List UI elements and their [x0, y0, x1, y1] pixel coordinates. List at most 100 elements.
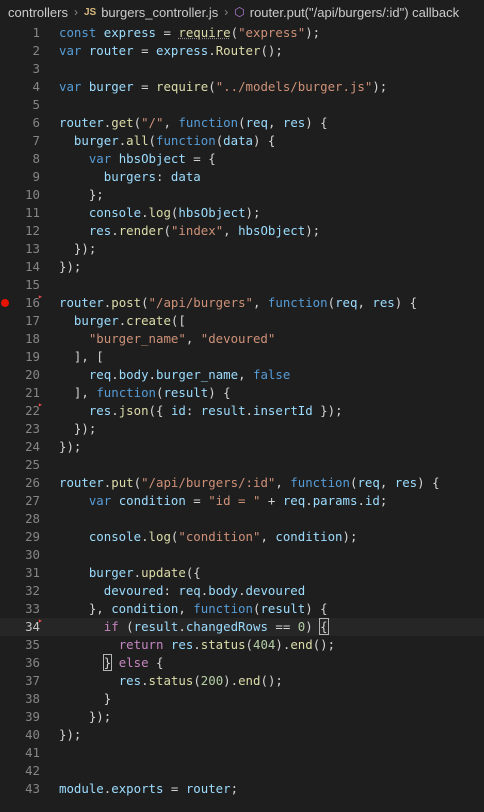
code-line[interactable]: 21 ], function(result) { — [0, 384, 484, 402]
code-token: "burger_name" — [88, 331, 186, 346]
code-text: console.log(hbsObject); — [59, 204, 261, 222]
code-line[interactable]: 22 ▸ res.json({ id: result.insertId }); — [0, 400, 484, 420]
code-text: console.log("condition", condition); — [59, 528, 358, 546]
code-line[interactable]: 43 module.exports = router; — [0, 780, 484, 798]
code-line[interactable]: 37 res.status(200).end(); — [0, 672, 484, 690]
line-number: 6 — [32, 115, 40, 130]
code-token: express — [156, 43, 209, 58]
code-token: function — [290, 475, 350, 490]
code-line[interactable]: 33 }, condition, function(result) { — [0, 600, 484, 618]
code-line[interactable]: 32 devoured: req.body.devoured — [0, 582, 484, 600]
code-line[interactable]: 27 var condition = "id = " + req.params.… — [0, 492, 484, 510]
code-line[interactable]: 31 burger.update({ — [0, 564, 484, 582]
code-token: end — [290, 637, 313, 652]
code-line[interactable]: 23 }); — [0, 420, 484, 438]
code-token: "express" — [238, 25, 306, 40]
code-line[interactable]: 12 res.render("index", hbsObject); — [0, 222, 484, 240]
code-token: req — [357, 475, 380, 490]
code-token: ( — [118, 619, 134, 634]
breadcrumb-folder[interactable]: controllers — [8, 5, 68, 20]
code-token: ( — [208, 79, 216, 94]
code-line[interactable]: 13 }); — [0, 240, 484, 258]
code-token: result — [260, 601, 306, 616]
code-line[interactable]: 25 — [0, 456, 484, 474]
code-line[interactable]: 2 var router = express.Router(); — [0, 42, 484, 60]
code-token: function — [178, 115, 239, 130]
code-line[interactable]: 38 } — [0, 690, 484, 708]
code-token: exports — [111, 781, 164, 796]
code-token: res — [372, 295, 395, 310]
code-line[interactable]: 40}); — [0, 726, 484, 744]
line-number: 36 — [25, 655, 40, 670]
code-token: res — [88, 223, 112, 238]
code-token: id — [170, 403, 186, 418]
code-line[interactable]: 4 var burger = require("../models/burger.… — [0, 78, 484, 96]
code-token: res — [170, 637, 194, 652]
code-line[interactable]: 20 req.body.burger_name, false — [0, 366, 484, 384]
code-line[interactable]: 30 — [0, 546, 484, 564]
code-token: params — [312, 493, 358, 508]
code-line[interactable]: 39 }); — [0, 708, 484, 726]
code-line[interactable]: 6 router.get("/", function(req, res) { — [0, 114, 484, 132]
code-line[interactable]: 28 — [0, 510, 484, 528]
code-token: + — [260, 493, 283, 508]
code-token: json — [118, 403, 149, 418]
breadcrumb-symbol[interactable]: router.put("/api/burgers/:id") callback — [250, 5, 459, 20]
code-token: burger_name — [156, 367, 239, 382]
code-text: }; — [59, 186, 104, 204]
code-line[interactable]: 17 burger.create([ — [0, 312, 484, 330]
code-text: res.status(200).end(); — [59, 672, 283, 690]
line-number: 42 — [25, 763, 40, 778]
code-token: ) { — [394, 295, 418, 310]
code-line[interactable]: 42 — [0, 762, 484, 780]
code-token: 404 — [253, 637, 276, 652]
code-line[interactable]: 15 — [0, 276, 484, 294]
code-token: , — [252, 295, 268, 310]
code-line[interactable]: 41 — [0, 744, 484, 762]
code-line[interactable]: 9 burgers: data — [0, 168, 484, 186]
code-editor[interactable]: 1 const express = require("express"); 2 var… — [0, 24, 484, 798]
code-line[interactable]: 26 router.put("/api/burgers/:id", functio… — [0, 474, 484, 492]
line-number: 13 — [25, 241, 40, 256]
code-token: module — [59, 781, 104, 796]
code-line[interactable]: 16 ▸ router.post("/api/burgers", function(… — [0, 292, 484, 312]
code-line[interactable]: 10 }; — [0, 186, 484, 204]
code-line[interactable]: 1 const express = require("express"); — [0, 24, 484, 42]
code-token: get — [111, 115, 134, 130]
code-line[interactable]: 19 ], [ — [0, 348, 484, 366]
code-line[interactable]: 34 ▸ if (result.changedRows == 0) { — [0, 616, 484, 636]
code-line[interactable]: 11 console.log(hbsObject); — [0, 204, 484, 222]
code-token: console — [88, 205, 142, 220]
code-line[interactable]: 7 burger.all(function(data) { — [0, 132, 484, 150]
code-token: ); — [245, 205, 261, 220]
code-token: (); — [260, 43, 283, 58]
code-line[interactable]: 8 var hbsObject = { — [0, 150, 484, 168]
code-token: router — [59, 475, 104, 490]
code-token: var — [59, 79, 89, 94]
code-line[interactable]: 5 — [0, 96, 484, 114]
line-number: 19 — [25, 349, 40, 364]
code-line[interactable]: 35 return res.status(404).end(); — [0, 636, 484, 654]
code-text: }, condition, function(result) { — [59, 600, 328, 618]
code-line[interactable]: 14}); — [0, 258, 484, 276]
code-line[interactable]: 36 } else { — [0, 654, 484, 672]
code-line[interactable]: 3 — [0, 60, 484, 78]
code-line[interactable]: 18 "burger_name", "devoured" — [0, 330, 484, 348]
code-text: }); — [59, 708, 111, 726]
problem-marker-icon: ▸ — [38, 292, 43, 301]
code-token: body — [208, 583, 239, 598]
line-number: 33 — [25, 601, 40, 616]
code-token: . — [178, 619, 186, 634]
code-token: "../models/burger.js" — [215, 79, 373, 94]
code-line[interactable]: 24}); — [0, 438, 484, 456]
code-text: var hbsObject = { — [59, 150, 216, 168]
code-line[interactable]: 29 console.log("condition", condition); — [0, 528, 484, 546]
breadcrumb-file[interactable]: burgers_controller.js — [101, 5, 218, 20]
code-token: , — [260, 529, 276, 544]
code-token: "condition" — [178, 529, 261, 544]
